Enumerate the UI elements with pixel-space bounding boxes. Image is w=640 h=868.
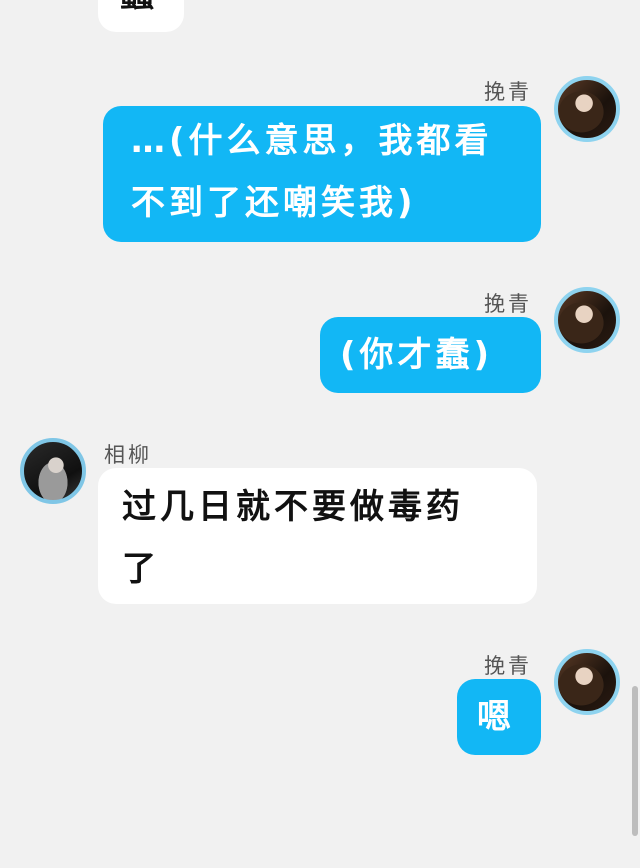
- message-bubble[interactable]: …(什么意思，我都看 不到了还嘲笑我): [103, 106, 541, 242]
- sender-name: 挽青: [484, 654, 532, 678]
- scrollbar[interactable]: [632, 686, 638, 836]
- message-bubble-partial[interactable]: 蠢: [98, 0, 184, 32]
- message-bubble[interactable]: 过几日就不要做毒药 了: [98, 468, 537, 604]
- message-text-line: 不到了还嘲笑我): [131, 183, 417, 223]
- message-text-line: 嗯: [477, 697, 515, 737]
- avatar-xiangliu[interactable]: [20, 438, 86, 504]
- avatar-wanqing[interactable]: [554, 649, 620, 715]
- message-text-line: 了: [122, 549, 160, 589]
- message-text-line: …(什么意思，我都看: [131, 121, 493, 161]
- chat-view: 蠢 挽青 …(什么意思，我都看 不到了还嘲笑我) 挽青 (你才蠢) 相柳 过几日…: [0, 0, 640, 868]
- message-text: 蠢: [120, 0, 158, 15]
- sender-name: 相柳: [104, 443, 152, 467]
- message-bubble[interactable]: (你才蠢): [320, 317, 541, 393]
- sender-name: 挽青: [484, 292, 532, 316]
- message-text-line: (你才蠢): [340, 335, 494, 375]
- message-bubble[interactable]: 嗯: [457, 679, 541, 755]
- avatar-wanqing[interactable]: [554, 287, 620, 353]
- message-text-line: 过几日就不要做毒药: [122, 487, 464, 527]
- sender-name: 挽青: [484, 80, 532, 104]
- avatar-wanqing[interactable]: [554, 76, 620, 142]
